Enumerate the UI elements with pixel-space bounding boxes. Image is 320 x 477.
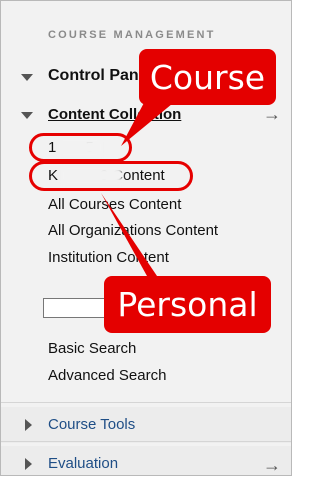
expand-right-icon[interactable] [25,419,32,431]
all-courses-content-link[interactable]: All Courses Content [48,196,181,213]
expand-down-icon[interactable] [21,74,33,81]
course-callout: Course [139,49,276,105]
course-highlight-oval [29,133,132,162]
basic-search-link[interactable]: Basic Search [48,340,136,357]
personal-highlight-oval [29,161,193,191]
course-tools-link[interactable]: Course Tools [48,416,135,433]
advanced-search-link[interactable]: Advanced Search [48,367,166,384]
evaluation-link[interactable]: Evaluation [48,455,118,472]
divider [1,402,291,403]
evaluation-row[interactable]: Evaluation → [1,446,291,475]
course-management-panel: COURSE MANAGEMENT Control Panel Content … [0,0,292,476]
open-arrow-icon[interactable]: → [263,104,281,125]
control-panel-label[interactable]: Control Panel [48,67,152,85]
section-header: COURSE MANAGEMENT [48,29,216,41]
divider [1,441,291,442]
all-organizations-content-link[interactable]: All Organizations Content [48,222,218,239]
personal-callout: Personal [104,276,271,333]
course-tools-row[interactable]: Course Tools [1,407,291,443]
open-arrow-icon[interactable]: → [263,455,281,475]
content-collection-link[interactable]: Content Collection [48,106,181,123]
expand-right-icon[interactable] [25,458,32,470]
institution-content-link[interactable]: Institution Content [48,249,169,266]
expand-down-icon[interactable] [21,112,33,119]
